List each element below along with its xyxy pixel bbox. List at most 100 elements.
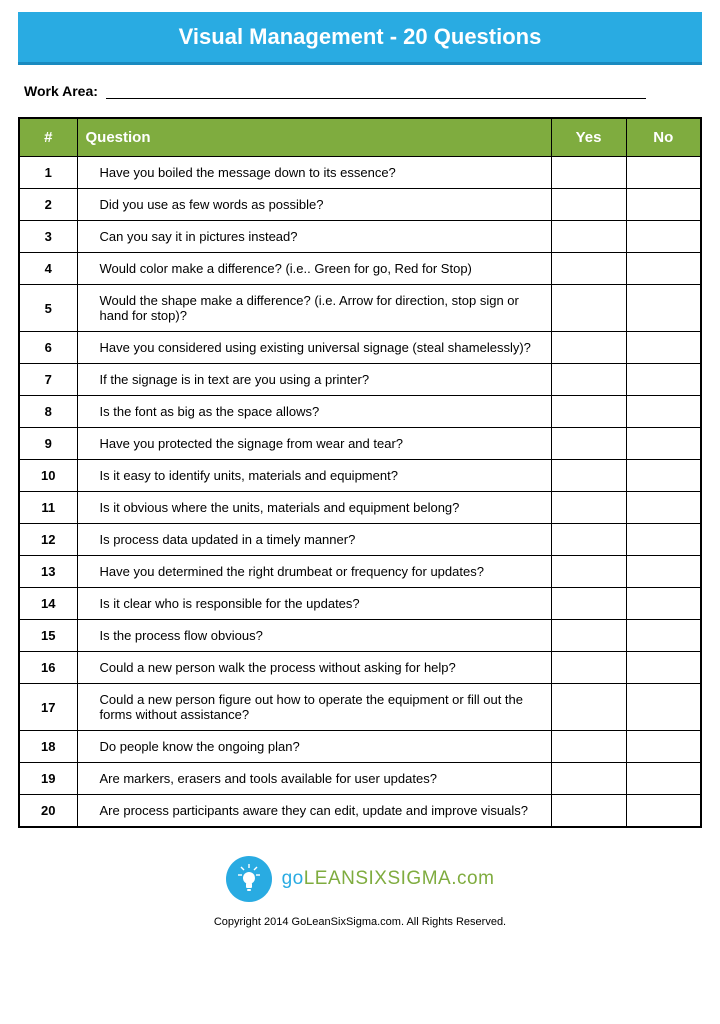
table-row: 8Is the font as big as the space allows? [19, 396, 701, 428]
no-cell[interactable] [626, 460, 701, 492]
table-header-row: # Question Yes No [19, 118, 701, 157]
table-row: 9Have you protected the signage from wea… [19, 428, 701, 460]
no-cell[interactable] [626, 428, 701, 460]
row-question: Is process data updated in a timely mann… [77, 524, 551, 556]
row-question: Did you use as few words as possible? [77, 189, 551, 221]
no-cell[interactable] [626, 189, 701, 221]
table-row: 14Is it clear who is responsible for the… [19, 588, 701, 620]
yes-cell[interactable] [551, 428, 626, 460]
row-number: 1 [19, 157, 77, 189]
table-row: 1Have you boiled the message down to its… [19, 157, 701, 189]
yes-cell[interactable] [551, 620, 626, 652]
row-number: 15 [19, 620, 77, 652]
logo: goLEANSIXSIGMA.com [226, 856, 495, 902]
row-question: Are markers, erasers and tools available… [77, 763, 551, 795]
row-question: Could a new person figure out how to ope… [77, 684, 551, 731]
no-cell[interactable] [626, 795, 701, 828]
yes-cell[interactable] [551, 556, 626, 588]
row-question: Have you protected the signage from wear… [77, 428, 551, 460]
no-cell[interactable] [626, 620, 701, 652]
no-cell[interactable] [626, 221, 701, 253]
no-cell[interactable] [626, 396, 701, 428]
table-row: 7If the signage is in text are you using… [19, 364, 701, 396]
table-row: 11Is it obvious where the units, materia… [19, 492, 701, 524]
row-number: 8 [19, 396, 77, 428]
yes-cell[interactable] [551, 364, 626, 396]
yes-cell[interactable] [551, 253, 626, 285]
copyright-text: Copyright 2014 GoLeanSixSigma.com. All R… [18, 916, 702, 928]
work-area-label: Work Area: [24, 83, 98, 99]
header-yes: Yes [551, 118, 626, 157]
header-question: Question [77, 118, 551, 157]
no-cell[interactable] [626, 285, 701, 332]
row-number: 18 [19, 731, 77, 763]
header-number: # [19, 118, 77, 157]
no-cell[interactable] [626, 556, 701, 588]
footer: goLEANSIXSIGMA.com Copyright 2014 GoLean… [18, 828, 702, 928]
no-cell[interactable] [626, 253, 701, 285]
row-number: 14 [19, 588, 77, 620]
questions-table: # Question Yes No 1Have you boiled the m… [18, 117, 702, 828]
no-cell[interactable] [626, 731, 701, 763]
row-number: 6 [19, 332, 77, 364]
row-number: 19 [19, 763, 77, 795]
no-cell[interactable] [626, 492, 701, 524]
table-row: 5Would the shape make a difference? (i.e… [19, 285, 701, 332]
table-row: 4Would color make a difference? (i.e.. G… [19, 253, 701, 285]
yes-cell[interactable] [551, 763, 626, 795]
logo-text: goLEANSIXSIGMA.com [282, 868, 495, 890]
row-number: 5 [19, 285, 77, 332]
yes-cell[interactable] [551, 795, 626, 828]
yes-cell[interactable] [551, 189, 626, 221]
row-number: 4 [19, 253, 77, 285]
yes-cell[interactable] [551, 652, 626, 684]
row-number: 3 [19, 221, 77, 253]
yes-cell[interactable] [551, 524, 626, 556]
row-number: 16 [19, 652, 77, 684]
work-area-input-line[interactable] [106, 83, 646, 99]
no-cell[interactable] [626, 364, 701, 396]
yes-cell[interactable] [551, 460, 626, 492]
yes-cell[interactable] [551, 221, 626, 253]
no-cell[interactable] [626, 763, 701, 795]
logo-dotcom: .com [451, 868, 494, 889]
yes-cell[interactable] [551, 396, 626, 428]
row-number: 13 [19, 556, 77, 588]
no-cell[interactable] [626, 332, 701, 364]
logo-sigma: SIGMA [387, 868, 451, 889]
page-title: Visual Management - 20 Questions [18, 12, 702, 65]
no-cell[interactable] [626, 652, 701, 684]
table-row: 17Could a new person figure out how to o… [19, 684, 701, 731]
row-question: Can you say it in pictures instead? [77, 221, 551, 253]
row-question: Is it easy to identify units, materials … [77, 460, 551, 492]
yes-cell[interactable] [551, 285, 626, 332]
row-number: 2 [19, 189, 77, 221]
table-row: 15Is the process flow obvious? [19, 620, 701, 652]
no-cell[interactable] [626, 588, 701, 620]
yes-cell[interactable] [551, 157, 626, 189]
table-row: 18Do people know the ongoing plan? [19, 731, 701, 763]
row-question: Is the font as big as the space allows? [77, 396, 551, 428]
row-question: Are process participants aware they can … [77, 795, 551, 828]
logo-lean: LEAN [304, 868, 356, 889]
yes-cell[interactable] [551, 684, 626, 731]
no-cell[interactable] [626, 684, 701, 731]
no-cell[interactable] [626, 157, 701, 189]
row-number: 17 [19, 684, 77, 731]
table-row: 12Is process data updated in a timely ma… [19, 524, 701, 556]
row-question: Could a new person walk the process with… [77, 652, 551, 684]
no-cell[interactable] [626, 524, 701, 556]
table-row: 3Can you say it in pictures instead? [19, 221, 701, 253]
table-row: 13Have you determined the right drumbeat… [19, 556, 701, 588]
header-no: No [626, 118, 701, 157]
yes-cell[interactable] [551, 332, 626, 364]
row-number: 10 [19, 460, 77, 492]
yes-cell[interactable] [551, 492, 626, 524]
table-row: 16Could a new person walk the process wi… [19, 652, 701, 684]
table-row: 6Have you considered using existing univ… [19, 332, 701, 364]
row-question: Have you considered using existing unive… [77, 332, 551, 364]
yes-cell[interactable] [551, 731, 626, 763]
row-question: Is it clear who is responsible for the u… [77, 588, 551, 620]
yes-cell[interactable] [551, 588, 626, 620]
row-question: Would color make a difference? (i.e.. Gr… [77, 253, 551, 285]
